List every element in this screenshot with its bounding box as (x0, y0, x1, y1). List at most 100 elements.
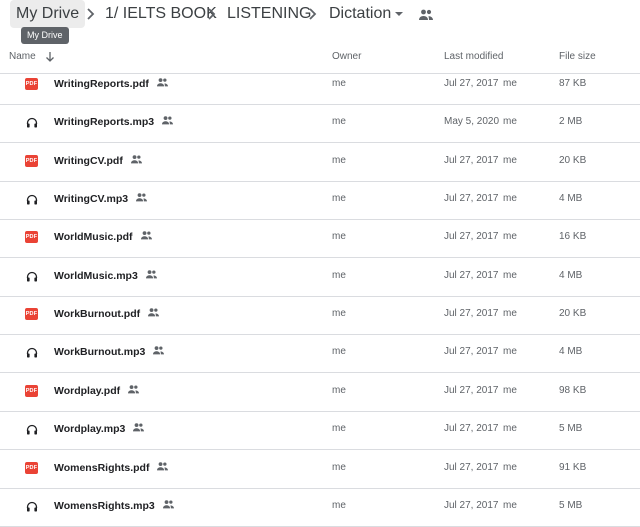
last-modified-date: Jul 27, 2017 (444, 423, 499, 435)
file-name[interactable]: WomensRights.mp3 (54, 500, 155, 512)
shared-people-icon (152, 345, 165, 356)
file-name[interactable]: Wordplay.pdf (54, 385, 120, 397)
file-size: 98 KB (559, 384, 587, 396)
sort-arrow-down-icon[interactable] (44, 51, 56, 63)
file-size: 20 KB (559, 154, 587, 166)
shared-people-icon (140, 230, 153, 241)
pdf-file-icon: PDF (25, 231, 38, 244)
modified-by: me (503, 308, 517, 320)
last-modified-date: Jul 27, 2017 (444, 193, 499, 205)
file-name[interactable]: WomensRights.pdf (54, 462, 149, 474)
modified-by: me (503, 499, 517, 511)
modified-by: me (503, 346, 517, 358)
file-size: 4 MB (559, 269, 583, 281)
file-row[interactable]: PDF WomensRights.pdf me Jul 27, 2017 me 91 KB (0, 450, 640, 489)
last-modified-date: Jul 27, 2017 (444, 231, 499, 243)
pdf-file-icon: PDF (25, 154, 38, 167)
file-name[interactable]: WorldMusic.mp3 (54, 270, 138, 282)
headphones-icon (26, 424, 38, 436)
headphones-icon (26, 194, 38, 206)
file-size: 5 MB (559, 499, 583, 511)
file-row[interactable]: WritingCV.mp3 me Jul 27, 2017 me 4 MB (0, 181, 640, 221)
last-modified-date: Jul 27, 2017 (444, 461, 499, 473)
file-row[interactable]: WomensRights.mp3 me Jul 27, 2017 me 5 MB (0, 488, 640, 527)
file-row[interactable]: PDF Wordplay.pdf me Jul 27, 2017 me 98 KB (0, 373, 640, 412)
chevron-right-icon (82, 6, 98, 22)
last-modified-date: Jul 27, 2017 (444, 384, 499, 396)
owner-cell: me (332, 384, 346, 396)
column-name[interactable]: Name (9, 51, 36, 62)
owner-cell: me (332, 78, 346, 89)
file-name[interactable]: WritingCV.pdf (54, 155, 123, 167)
last-modified-date: May 5, 2020 (444, 116, 500, 128)
modified-by: me (503, 269, 517, 281)
file-row[interactable]: PDF WritingReports.pdf me Jul 27, 2017 me 87 … (0, 66, 640, 105)
breadcrumb-listening[interactable]: LISTENING (227, 0, 311, 28)
owner-cell: me (332, 346, 346, 358)
modified-by: me (503, 461, 517, 473)
owner-cell: me (332, 423, 346, 435)
breadcrumb-ielts-book[interactable]: 1/ IELTS BOOK (105, 0, 217, 28)
file-name[interactable]: WorkBurnout.pdf (54, 308, 140, 320)
file-name[interactable]: WritingReports.mp3 (54, 116, 154, 128)
file-name[interactable]: WritingReports.pdf (54, 78, 149, 90)
shared-people-icon (135, 192, 148, 203)
chevron-right-icon (203, 6, 219, 22)
headphones-icon (26, 347, 38, 359)
modified-by: me (503, 116, 517, 128)
file-size: 2 MB (559, 116, 583, 128)
file-size: 16 KB (559, 231, 587, 243)
shared-people-icon (156, 77, 169, 88)
owner-cell: me (332, 269, 346, 281)
file-size: 4 MB (559, 193, 583, 205)
column-owner: Owner (332, 51, 362, 62)
modified-by: me (503, 384, 517, 396)
file-size: 5 MB (559, 423, 583, 435)
file-row[interactable]: WorkBurnout.mp3 me Jul 27, 2017 me 4 MB (0, 334, 640, 374)
modified-by: me (503, 154, 517, 166)
file-size: 20 KB (559, 308, 587, 320)
headphones-icon (26, 271, 38, 283)
shared-people-icon (130, 154, 143, 165)
file-name[interactable]: WorldMusic.pdf (54, 231, 133, 243)
last-modified-date: Jul 27, 2017 (444, 78, 499, 89)
file-row[interactable]: WritingReports.mp3 me May 5, 2020 me 2 MB (0, 104, 640, 144)
owner-cell: me (332, 499, 346, 511)
pdf-file-icon: PDF (25, 384, 38, 397)
shared-people-icon (161, 115, 174, 126)
last-modified-date: Jul 27, 2017 (444, 154, 499, 166)
file-row[interactable]: PDF WritingCV.pdf me Jul 27, 2017 me 20 KB (0, 143, 640, 182)
owner-cell: me (332, 116, 346, 128)
shared-people-icon (127, 384, 140, 395)
column-file-size[interactable]: File size (559, 51, 596, 62)
breadcrumb-my-drive[interactable]: My Drive (10, 0, 86, 28)
breadcrumb-dictation[interactable]: Dictation (329, 0, 391, 28)
file-name[interactable]: Wordplay.mp3 (54, 423, 125, 435)
modified-by: me (503, 231, 517, 243)
file-size: 4 MB (559, 346, 583, 358)
owner-cell: me (332, 308, 346, 320)
file-row[interactable]: PDF WorkBurnout.pdf me Jul 27, 2017 me 20 KB (0, 296, 640, 336)
last-modified-date: Jul 27, 2017 (444, 269, 499, 281)
owner-cell: me (332, 461, 346, 473)
file-size: 87 KB (559, 78, 587, 89)
file-name[interactable]: WritingCV.mp3 (54, 193, 128, 205)
file-row[interactable]: PDF WorldMusic.pdf me Jul 27, 2017 me 16 KB (0, 219, 640, 259)
chevron-right-icon (304, 6, 320, 22)
last-modified-date: Jul 27, 2017 (444, 499, 499, 511)
modified-by: me (503, 423, 517, 435)
last-modified-date: Jul 27, 2017 (444, 308, 499, 320)
pdf-file-icon: PDF (25, 308, 38, 321)
shared-people-icon (156, 461, 169, 472)
file-row[interactable]: WorldMusic.mp3 me Jul 27, 2017 me 4 MB (0, 258, 640, 297)
owner-cell: me (332, 231, 346, 243)
column-last-modified[interactable]: Last modified (444, 51, 503, 62)
shared-people-icon (132, 422, 145, 433)
headphones-icon (26, 117, 38, 129)
dropdown-arrow-icon[interactable] (394, 9, 404, 19)
file-row[interactable]: Wordplay.mp3 me Jul 27, 2017 me 5 MB (0, 411, 640, 451)
file-name[interactable]: WorkBurnout.mp3 (54, 346, 145, 358)
owner-cell: me (332, 154, 346, 166)
modified-by: me (503, 193, 517, 205)
pdf-file-icon: PDF (25, 461, 38, 474)
